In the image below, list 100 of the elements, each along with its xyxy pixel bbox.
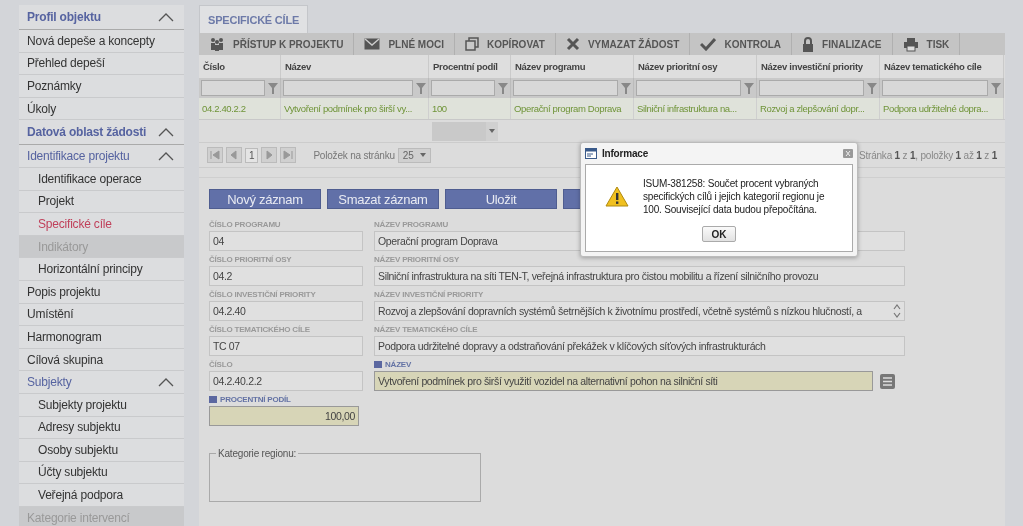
filter-field[interactable] — [636, 80, 741, 96]
printer-icon — [902, 36, 919, 52]
table-cell: 04.2.40.2.2 — [199, 98, 281, 119]
sidebar-item[interactable]: Veřejná podpora — [19, 484, 184, 507]
table-cell: Operační program Doprava — [511, 98, 634, 119]
page-summary: Stránka 1 z 1, položky 1 až 1 z 1 — [858, 149, 997, 161]
page-size-label: Položek na stránku — [313, 149, 395, 161]
input-field[interactable]: Podpora udržitelné dopravy a odstraňování překážek v klíčových síťových infrastrukturách — [374, 336, 905, 356]
spinner-icon[interactable] — [893, 304, 901, 318]
required-icon — [209, 395, 217, 403]
envelope-icon — [364, 38, 381, 50]
checkmark-icon — [700, 37, 717, 51]
sidebar-item[interactable]: Projekt — [19, 190, 184, 214]
pager-button[interactable] — [261, 147, 278, 163]
field-label: ČÍSLO INVESTIČNÍ PRIORITY — [209, 289, 316, 299]
filter-icon[interactable] — [744, 82, 754, 94]
input-field[interactable]: 04.2 — [209, 266, 363, 286]
close-icon[interactable] — [843, 149, 853, 158]
field-label: ČÍSLO PRIORITNÍ OSY — [209, 254, 292, 264]
table-cell: Podpora udržitelné dopra... — [880, 98, 1004, 119]
field-label: PROCENTNÍ PODÍL — [220, 394, 291, 404]
pager-button[interactable] — [280, 147, 297, 163]
sidebar-item[interactable]: Subjekty — [19, 371, 184, 394]
sidebar-item[interactable]: Nová depeše a koncepty — [19, 30, 184, 53]
filter-field[interactable] — [283, 80, 413, 96]
last-page-icon — [283, 150, 294, 160]
sidebar-item[interactable]: Umístění — [19, 303, 184, 327]
field-label: NÁZEV PRIORITNÍ OSY — [374, 254, 460, 264]
window-icon — [585, 148, 597, 159]
copy-icon — [464, 37, 479, 51]
dropdown-field[interactable] — [432, 121, 498, 141]
filter-field[interactable] — [431, 80, 495, 96]
chevron-up-icon — [158, 12, 174, 22]
sidebar-item[interactable]: Osoby subjektu — [19, 439, 184, 462]
filter-icon[interactable] — [416, 82, 426, 94]
required-icon — [374, 360, 382, 368]
field-label: ČÍSLO TEMATICKÉHO CÍLE — [209, 324, 310, 334]
table-cell: Rozvoj a zlepšování dopr... — [757, 98, 880, 119]
chevron-up-icon — [158, 151, 174, 161]
input-field[interactable]: 100,00 — [209, 406, 359, 426]
sidebar-item[interactable]: Identifikace projektu — [19, 145, 184, 168]
filter-field[interactable] — [759, 80, 864, 96]
input-field[interactable]: Rozvoj a zlepšování dopravních systémů šetrnějších k životnímu prostředí, včetně systémů s nízkou hlučností, a — [374, 301, 905, 321]
group-legend: Kategorie regionu: — [216, 448, 299, 459]
field-label: NÁZEV TEMATICKÉHO CÍLE — [374, 324, 478, 334]
sidebar-item[interactable]: Profil objektu — [19, 5, 184, 30]
sidebar-item[interactable]: Poznámky — [19, 75, 184, 98]
input-field[interactable]: TC 07 — [209, 336, 363, 356]
filter-field[interactable] — [201, 80, 265, 96]
filter-field[interactable] — [513, 80, 618, 96]
filter-icon[interactable] — [498, 82, 508, 94]
input-field[interactable]: Vytvoření podmínek pro širší využití vozidel na alternativní pohon na silniční síti — [374, 371, 873, 391]
sidebar-item[interactable]: Horizontální principy — [19, 258, 184, 281]
warning-icon — [605, 186, 629, 207]
sidebar-item[interactable]: Přehled depeší — [19, 52, 184, 76]
next-page-icon — [264, 150, 275, 160]
sidebar-item[interactable]: Úkoly — [19, 97, 184, 121]
sidebar-item[interactable]: Datová oblast žádosti — [19, 120, 184, 146]
people-icon — [209, 37, 225, 51]
action-button[interactable]: Nový záznam — [209, 189, 321, 209]
field-label: ČÍSLO PROGRAMU — [209, 219, 281, 229]
filter-icon[interactable] — [867, 82, 877, 94]
field-label: ČÍSLO — [209, 359, 233, 369]
first-page-icon — [210, 150, 220, 160]
pager-button[interactable] — [207, 147, 223, 163]
action-button[interactable]: Smazat záznam — [327, 189, 439, 209]
input-field[interactable]: 04 — [209, 231, 363, 251]
sidebar-item[interactable]: Cílová skupina — [19, 348, 184, 372]
chevron-up-icon — [158, 377, 174, 387]
input-field[interactable]: Silniční infrastruktura na síti TEN-T, veřejná infrastruktura pro čistou mobilitu a řízení silničního provozu — [374, 266, 905, 286]
dialog-message: ISUM-381258: Součet procent vybraných specifických cílů i jejich kategorií regionu je 100. Související data budou přepočítána. — [643, 177, 826, 216]
field-label: NÁZEV INVESTIČNÍ PRIORITY — [374, 289, 484, 299]
caret-down-icon — [489, 129, 495, 133]
filter-field[interactable] — [882, 80, 988, 96]
pager-button[interactable] — [226, 147, 242, 163]
sidebar-item[interactable]: Účty subjektu — [19, 461, 184, 485]
sidebar-item[interactable]: Subjekty projektu — [19, 393, 184, 417]
filter-icon[interactable] — [991, 82, 1001, 94]
input-field[interactable]: 04.2.40.2.2 — [209, 371, 363, 391]
cross-icon — [565, 37, 580, 51]
filter-icon[interactable] — [268, 82, 278, 94]
input-field[interactable]: 04.2.40 — [209, 301, 363, 321]
sidebar-item[interactable]: Adresy subjektu — [19, 416, 184, 440]
field-label: NÁZEV — [385, 359, 412, 369]
table-cell: 100 — [429, 98, 511, 119]
page-number[interactable]: 1 — [245, 147, 259, 163]
table-cell: Vytvoření podmínek pro širší vy... — [281, 98, 429, 119]
sidebar-item[interactable]: Popis projektu — [19, 280, 184, 304]
list-icon[interactable] — [880, 373, 895, 389]
page-size-select[interactable]: 25 — [397, 147, 431, 163]
caret-down-icon — [419, 153, 426, 157]
dialog-title: Informace — [602, 148, 648, 159]
sidebar-item[interactable]: Specifické cíle — [19, 213, 184, 236]
ok-button[interactable]: OK — [702, 226, 736, 242]
field-label: NÁZEV PROGRAMU — [374, 219, 449, 229]
sidebar-item[interactable]: Harmonogram — [19, 326, 184, 349]
sidebar-item[interactable]: Identifikace operace — [19, 167, 184, 191]
filter-icon[interactable] — [621, 82, 631, 94]
action-button[interactable]: Uložit — [445, 189, 557, 209]
lock-icon — [802, 36, 815, 52]
